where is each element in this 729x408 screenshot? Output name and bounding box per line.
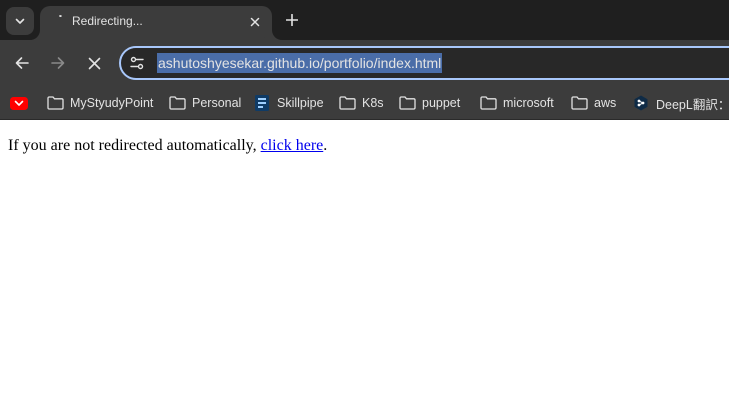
active-tab[interactable]: Redirecting... xyxy=(40,6,272,40)
deepl-icon xyxy=(632,95,650,111)
forward-button[interactable] xyxy=(46,51,70,75)
bookmark-folder-puppet[interactable]: puppet xyxy=(398,92,460,114)
bookmark-folder-k8s[interactable]: K8s xyxy=(338,92,384,114)
tab-title: Redirecting... xyxy=(72,14,143,28)
plus-icon xyxy=(286,14,298,26)
back-button[interactable] xyxy=(10,51,34,75)
skillpipe-icon xyxy=(253,95,271,111)
bookmark-skillpipe[interactable]: Skillpipe xyxy=(253,92,324,114)
redirect-message: If you are not redirected automatically,… xyxy=(8,137,327,155)
chevron-down-icon xyxy=(15,18,25,24)
bookmark-folder-personal[interactable]: Personal xyxy=(168,92,241,114)
close-icon xyxy=(250,17,260,27)
bookmark-folder-microsoft[interactable]: microsoft xyxy=(479,92,554,114)
url-text[interactable]: ashutoshyesekar.github.io/portfolio/inde… xyxy=(157,53,443,73)
bookmark-label: puppet xyxy=(422,96,461,110)
youtube-icon xyxy=(10,95,28,111)
new-tab-button[interactable] xyxy=(280,8,304,32)
forward-arrow-icon xyxy=(51,57,65,69)
page-content: If you are not redirected automatically,… xyxy=(0,121,729,408)
loading-spinner-icon xyxy=(59,15,62,17)
bookmark-label: Skillpipe xyxy=(277,96,324,110)
redirect-text-end: . xyxy=(323,137,328,154)
bookmark-label: aws xyxy=(594,96,617,110)
bookmark-label: DeepL翻訳：世 xyxy=(656,97,729,112)
bookmark-label: K8s xyxy=(362,96,384,110)
toolbar: ashutoshyesekar.github.io/portfolio/inde… xyxy=(0,40,729,86)
back-arrow-icon xyxy=(15,57,29,69)
bookmark-label: microsoft xyxy=(503,96,554,110)
bookmark-youtube[interactable] xyxy=(10,92,28,114)
folder-icon xyxy=(479,95,497,111)
bookmark-label: Personal xyxy=(192,96,242,110)
close-icon xyxy=(88,57,100,69)
close-tab-button[interactable] xyxy=(246,13,264,31)
address-bar[interactable]: ashutoshyesekar.github.io/portfolio/inde… xyxy=(119,46,729,80)
bookmark-deepl[interactable]: DeepL翻訳：世 xyxy=(632,92,729,114)
folder-icon xyxy=(570,95,588,111)
tune-icon xyxy=(130,56,144,70)
stop-loading-button[interactable] xyxy=(82,51,106,75)
folder-icon xyxy=(46,95,64,111)
folder-icon xyxy=(398,95,416,111)
folder-icon xyxy=(168,95,186,111)
redirect-text: If you are not redirected automatically, xyxy=(8,137,261,154)
tab-strip: Redirecting... xyxy=(0,0,729,40)
bookmark-folder-aws[interactable]: aws xyxy=(570,92,616,114)
bookmark-label: MyStyudyPoint xyxy=(70,96,154,110)
bookmark-folder-mystyudypoint[interactable]: MyStyudyPoint xyxy=(46,92,153,114)
folder-icon xyxy=(338,95,356,111)
site-info-button[interactable] xyxy=(127,53,147,73)
click-here-link[interactable]: click here xyxy=(261,137,324,154)
bookmarks-bar: MyStyudyPoint Personal Skillpipe K8s pup… xyxy=(0,86,729,120)
